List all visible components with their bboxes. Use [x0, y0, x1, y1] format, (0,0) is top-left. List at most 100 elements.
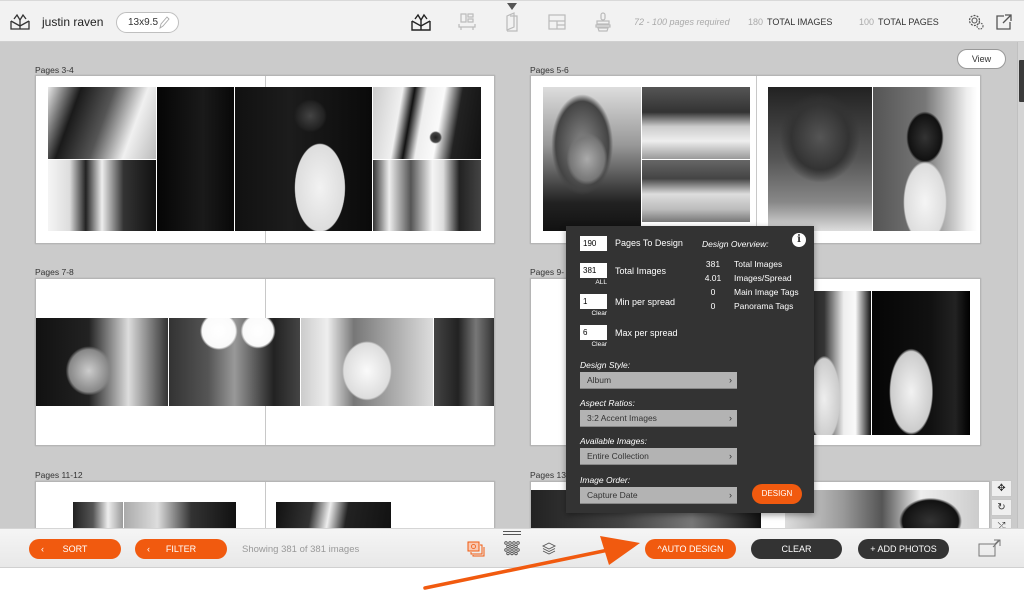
album-logo-icon[interactable]	[9, 13, 31, 31]
chevron-right-icon: ›	[729, 413, 732, 423]
spread-label: Pages 13	[530, 470, 566, 480]
image-order-label: Image Order:	[580, 475, 631, 485]
photo-bride-smiling[interactable]	[768, 87, 872, 231]
photo-groom-room[interactable]	[73, 502, 123, 528]
album-size-button[interactable]: 13x9.5	[116, 12, 179, 33]
photo-groom-suspenders[interactable]	[48, 160, 156, 231]
pages-icon[interactable]	[501, 12, 523, 32]
filter-button[interactable]: ‹ FILTER	[135, 539, 227, 559]
bottom-toolbar: ‹ SORT ‹ FILTER Showing 381 of 381 image…	[0, 528, 1024, 568]
album-design-icon[interactable]	[410, 12, 432, 32]
move-tool-button[interactable]: ✥	[991, 480, 1012, 497]
spread-workspace: Pages 3-4 Pages 5-6 Pages 7-8 Pages 9- P…	[0, 42, 1017, 528]
image-order-select[interactable]: Capture Date ›	[580, 487, 737, 504]
overview-label: Images/Spread	[734, 273, 792, 283]
aspect-ratios-value: 3:2 Accent Images	[587, 413, 657, 423]
available-images-select[interactable]: Entire Collection ›	[580, 448, 737, 465]
rotate-tool-button[interactable]: ↻	[991, 499, 1012, 516]
open-external-icon[interactable]	[995, 13, 1013, 31]
overview-value: 381	[705, 259, 721, 269]
photo-bridesmaids-sitting[interactable]	[642, 160, 750, 222]
total-images-input[interactable]	[580, 263, 607, 278]
design-style-value: Album	[587, 375, 612, 385]
max-per-spread-input[interactable]	[580, 325, 607, 340]
pages-to-design-input[interactable]	[580, 236, 607, 251]
min-clear-link[interactable]: Clear	[580, 310, 607, 317]
photo-doorway[interactable]	[124, 502, 236, 528]
pages-to-design-label: Pages To Design	[615, 238, 683, 248]
below-toolbar-area	[0, 568, 1024, 603]
max-per-spread-label: Max per spread	[615, 328, 678, 338]
info-icon[interactable]: i	[792, 233, 806, 247]
design-style-label: Design Style:	[580, 360, 631, 370]
photo-groom-tie[interactable]	[48, 87, 156, 159]
spread-label: Pages 3-4	[35, 65, 74, 75]
photo-groomsmen[interactable]	[373, 160, 481, 231]
photo-groom-profile[interactable]	[785, 490, 979, 528]
chevron-right-icon: ›	[729, 490, 732, 500]
layers-icon[interactable]	[540, 541, 558, 557]
spread-label: Pages 5-6	[530, 65, 569, 75]
total-pages-label: TOTAL PAGES	[878, 17, 939, 27]
available-images-value: Entire Collection	[587, 451, 649, 461]
overview-label: Panorama Tags	[734, 301, 794, 311]
rotate-icon: ↻	[997, 502, 1006, 513]
photo-lapel-pin[interactable]	[373, 87, 481, 159]
aspect-ratios-select[interactable]: 3:2 Accent Images ›	[580, 410, 737, 427]
top-bar: justin raven 13x9.5 72 - 100 pages requi…	[0, 0, 1024, 42]
chevron-left-icon: ‹	[41, 544, 44, 554]
photo-mother-daughter[interactable]	[434, 318, 494, 406]
photo-stack-icon[interactable]	[467, 541, 485, 557]
layout-icon[interactable]	[546, 12, 568, 32]
image-order-value: Capture Date	[587, 490, 638, 500]
album-designer-app: justin raven 13x9.5 72 - 100 pages requi…	[0, 0, 1024, 603]
templates-icon[interactable]	[456, 12, 478, 32]
auto-design-popover: Pages To Design ALL Total Images Clear M…	[566, 226, 814, 513]
design-overview-heading: Design Overview:	[702, 239, 769, 249]
photo-dark-curtain[interactable]	[157, 87, 234, 231]
filter-label: FILTER	[165, 544, 197, 554]
design-button[interactable]: DESIGN	[752, 484, 802, 504]
spread-pages-3-4[interactable]	[35, 75, 495, 244]
spread-label: Pages 7-8	[35, 267, 74, 277]
photo-groom-buttoning[interactable]	[872, 291, 970, 435]
photo-child-makeup[interactable]	[36, 318, 168, 406]
add-photos-button[interactable]: + ADD PHOTOS	[858, 539, 949, 559]
design-style-select[interactable]: Album ›	[580, 372, 737, 389]
clear-button[interactable]: CLEAR	[751, 539, 842, 559]
photo-groom-window[interactable]	[235, 87, 372, 231]
chevron-right-icon: ›	[729, 375, 732, 385]
settings-gear-icon[interactable]	[967, 13, 985, 31]
sort-button[interactable]: ‹ SORT	[29, 539, 121, 559]
photo-bridesmaids-group[interactable]	[642, 87, 750, 159]
spread-pages-7-8[interactable]	[35, 278, 495, 446]
auto-design-button[interactable]: ^AUTO DESIGN	[645, 539, 736, 559]
workspace-scrollbar[interactable]	[1017, 42, 1024, 528]
photo-boy-smiling[interactable]	[301, 318, 433, 406]
album-size-label: 13x9.5	[128, 17, 159, 28]
total-pages-value: 100	[859, 17, 875, 27]
shuffle-tool-button[interactable]: ⤮	[991, 518, 1012, 528]
overview-value: 0	[710, 287, 716, 297]
select-all-link[interactable]: ALL	[580, 279, 607, 286]
shuffle-icon: ⤮	[997, 521, 1006, 528]
spread-label: Pages 9-	[530, 267, 565, 277]
spread-pages-11-12[interactable]	[35, 481, 495, 528]
photo-bride-dress[interactable]	[873, 87, 977, 231]
export-icon[interactable]	[978, 539, 1002, 557]
min-per-spread-input[interactable]	[580, 294, 607, 309]
total-pages-stat: 100 TOTAL PAGES	[859, 17, 939, 27]
pages-required-text: 72 - 100 pages required	[634, 17, 730, 27]
photo-hair-styling[interactable]	[169, 318, 300, 406]
stamp-icon[interactable]	[592, 12, 614, 32]
scrollbar-thumb[interactable]	[1019, 60, 1024, 102]
photo-bride-hair[interactable]	[543, 87, 641, 231]
showing-count-text: Showing 381 of 381 images	[242, 544, 360, 555]
max-clear-link[interactable]: Clear	[580, 341, 607, 348]
view-button[interactable]: View	[957, 49, 1006, 69]
photo-abstract-bw[interactable]	[276, 502, 391, 528]
grid-view-icon[interactable]	[503, 541, 521, 557]
drag-handle-grip[interactable]	[503, 531, 521, 535]
spread-pages-5-6[interactable]	[530, 75, 981, 244]
move-icon: ✥	[997, 483, 1006, 494]
